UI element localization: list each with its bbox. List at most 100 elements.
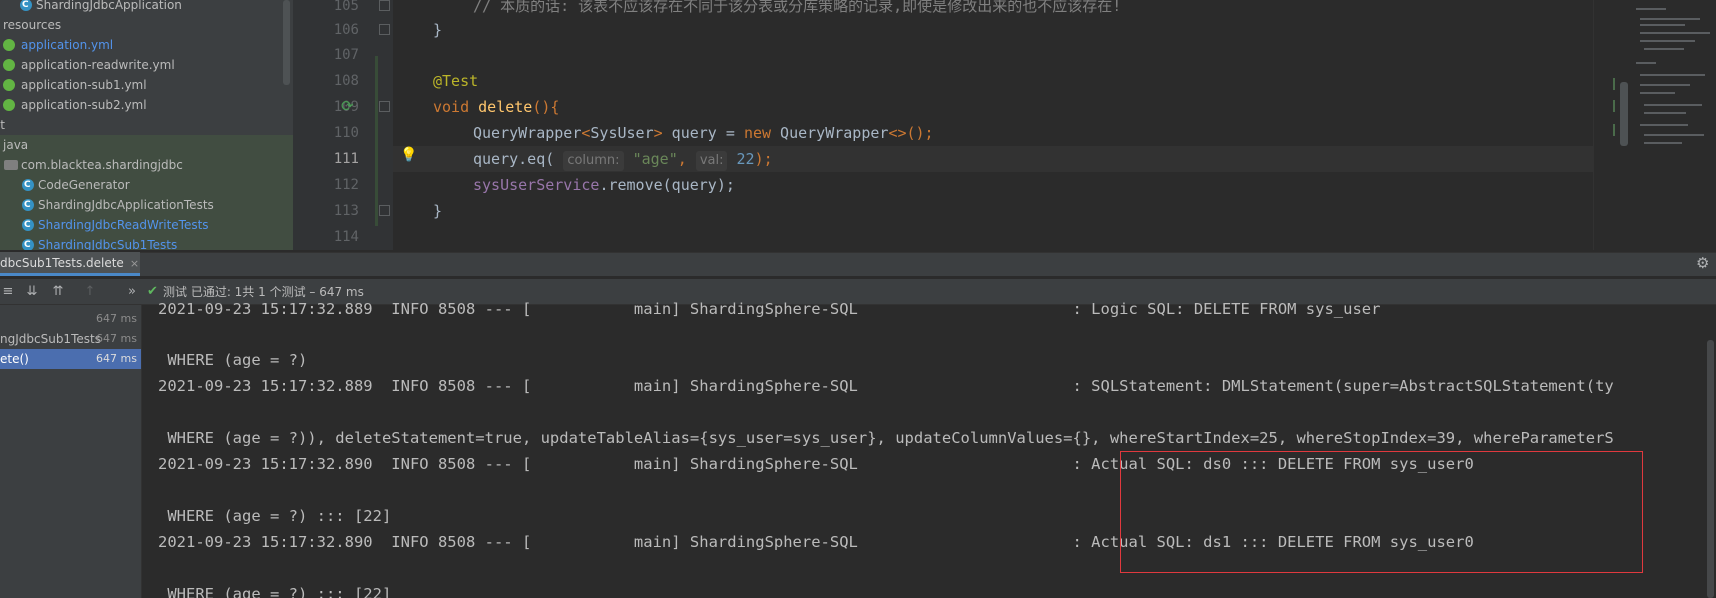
class-icon xyxy=(22,235,34,250)
test-duration: 647 ms xyxy=(96,332,137,345)
close-icon[interactable]: × xyxy=(130,257,139,270)
line-number-current: 111 xyxy=(333,151,359,167)
console-line: 2021-09-23 15:17:32.889 INFO 8508 --- [ … xyxy=(158,300,1381,318)
tree-item-package[interactable]: com.blacktea.shardingjdbc xyxy=(0,155,293,175)
previous-failed-icon[interactable]: ↑ xyxy=(82,284,98,300)
line-number: 107 xyxy=(333,47,359,63)
class-icon xyxy=(22,195,34,215)
code-call: query.eq( xyxy=(473,150,555,168)
tree-scrollbar[interactable] xyxy=(283,0,290,85)
project-tree: ShardingJdbcApplication resources applic… xyxy=(0,0,293,250)
tree-item-label: ShardingJdbcApplication xyxy=(36,0,182,12)
fold-marker[interactable] xyxy=(379,101,390,112)
console-line: 2021-09-23 15:17:32.889 INFO 8508 --- [ … xyxy=(158,377,1614,395)
tree-item-sub1-tests[interactable]: ShardingJdbcSub1Tests xyxy=(0,235,293,250)
code-punct: (); xyxy=(906,124,934,142)
minimap-line xyxy=(1636,8,1666,10)
minimap-line xyxy=(1644,112,1686,114)
console-line: WHERE (age = ?) ::: [22] xyxy=(158,507,392,525)
test-duration: 647 ms xyxy=(96,352,137,365)
minimap-line xyxy=(1640,92,1675,94)
test-results-tree: 647 ms ngJdbcSub1Tests 647 ms ete() 647 … xyxy=(0,305,142,598)
console-line: WHERE (age = ?) ::: [22] xyxy=(158,585,392,598)
tree-item-test[interactable]: st xyxy=(0,115,293,135)
run-panel-header xyxy=(0,252,1716,276)
console-line: WHERE (age = ?) xyxy=(158,351,308,369)
code-punct: > xyxy=(653,124,663,142)
code-method-name: delete xyxy=(478,98,533,116)
minimap-line xyxy=(1640,124,1688,126)
minimap-line xyxy=(1640,40,1695,42)
tree-item-application-readwrite-yml[interactable]: application-readwrite.yml xyxy=(0,55,293,75)
minimap-line xyxy=(1644,142,1682,144)
tree-item-label: java xyxy=(3,138,29,152)
minimap-line xyxy=(1640,24,1685,26)
tree-item-sharding-jdbc-application[interactable]: ShardingJdbcApplication xyxy=(0,0,293,15)
tree-item-application-yml[interactable]: application.yml xyxy=(0,35,293,55)
tree-item-label: ShardingJdbcReadWriteTests xyxy=(38,218,209,232)
more-actions-icon[interactable]: » xyxy=(124,284,140,300)
spring-config-icon xyxy=(3,79,15,91)
tree-item-label: ShardingJdbcApplicationTests xyxy=(38,198,214,212)
minimap-line xyxy=(1636,62,1656,64)
tree-item-code-generator[interactable]: CodeGenerator xyxy=(0,175,293,195)
line-number: 113 xyxy=(333,203,359,219)
tree-item-resources[interactable]: resources xyxy=(0,15,293,35)
test-node-root[interactable]: 647 ms xyxy=(0,309,141,329)
tree-item-java[interactable]: java xyxy=(0,135,293,155)
tree-item-label: application.yml xyxy=(21,38,114,52)
parameter-hint: column: xyxy=(563,151,624,171)
fold-marker[interactable] xyxy=(379,0,390,11)
code-keyword: void xyxy=(433,98,470,116)
run-tab[interactable]: dbcSub1Tests.delete × xyxy=(0,252,140,276)
code-type: SysUser xyxy=(590,124,654,142)
code-line-111: query.eq( column: "age", val: 22); xyxy=(473,146,773,172)
console-scrollbar[interactable] xyxy=(1707,340,1714,598)
change-marker xyxy=(1613,78,1615,90)
code-call: .remove(query); xyxy=(599,176,735,194)
class-icon xyxy=(22,215,34,235)
tree-item-label: application-readwrite.yml xyxy=(21,58,175,72)
code-annotation: @Test xyxy=(433,72,479,90)
test-node-class[interactable]: ngJdbcSub1Tests 647 ms xyxy=(0,329,141,349)
code-type: QueryWrapper xyxy=(771,124,889,142)
code-punct: , xyxy=(677,150,696,168)
tree-item-application-tests[interactable]: ShardingJdbcApplicationTests xyxy=(0,195,293,215)
vcs-change-marker xyxy=(375,56,378,226)
fold-marker[interactable] xyxy=(379,24,390,35)
code-brace: } xyxy=(433,21,443,39)
change-marker xyxy=(1613,124,1615,136)
parameter-hint: val: xyxy=(695,151,728,171)
code-punct: <> xyxy=(888,124,907,142)
tree-item-application-sub1-yml[interactable]: application-sub1.yml xyxy=(0,75,293,95)
code-method-declaration: void delete(){ xyxy=(433,94,559,120)
collapse-all-icon[interactable]: ⇈ xyxy=(50,284,66,300)
class-icon xyxy=(22,175,34,195)
annotation-highlight-box xyxy=(1120,451,1643,573)
code-type: QueryWrapper xyxy=(473,124,582,142)
tree-item-readwrite-tests[interactable]: ShardingJdbcReadWriteTests xyxy=(0,215,293,235)
tree-item-label: st xyxy=(0,118,5,132)
minimap-line xyxy=(1640,18,1700,20)
fold-marker[interactable] xyxy=(379,205,390,216)
code-comment: // 本质的话: 该表不应该存在不同于该分表或分库策略的记录,即使是修改出来的也… xyxy=(473,0,1122,15)
code-brace: } xyxy=(433,202,443,220)
editor-scrollbar[interactable] xyxy=(1620,82,1628,146)
spring-config-icon xyxy=(3,99,15,111)
code-line-112: sysUserService.remove(query); xyxy=(473,172,735,198)
test-node-method[interactable]: ete() 647 ms xyxy=(0,349,141,369)
tree-item-label: resources xyxy=(3,18,62,32)
gear-icon[interactable]: ⚙ xyxy=(1696,255,1712,271)
code-punct: ); xyxy=(754,150,773,168)
tree-item-application-sub2-yml[interactable]: application-sub2.yml xyxy=(0,95,293,115)
sort-icon[interactable]: ≡ xyxy=(0,284,16,300)
minimap-line xyxy=(1644,48,1684,50)
tree-item-label: CodeGenerator xyxy=(38,178,130,192)
class-icon xyxy=(20,0,32,15)
run-test-icon[interactable]: ⟳ xyxy=(341,98,357,114)
code-keyword: new xyxy=(743,124,772,142)
line-number: 114 xyxy=(333,229,359,245)
code-field: sysUserService xyxy=(473,176,600,194)
lightbulb-icon[interactable]: 💡 xyxy=(400,147,417,163)
expand-all-icon[interactable]: ⇊ xyxy=(24,284,40,300)
